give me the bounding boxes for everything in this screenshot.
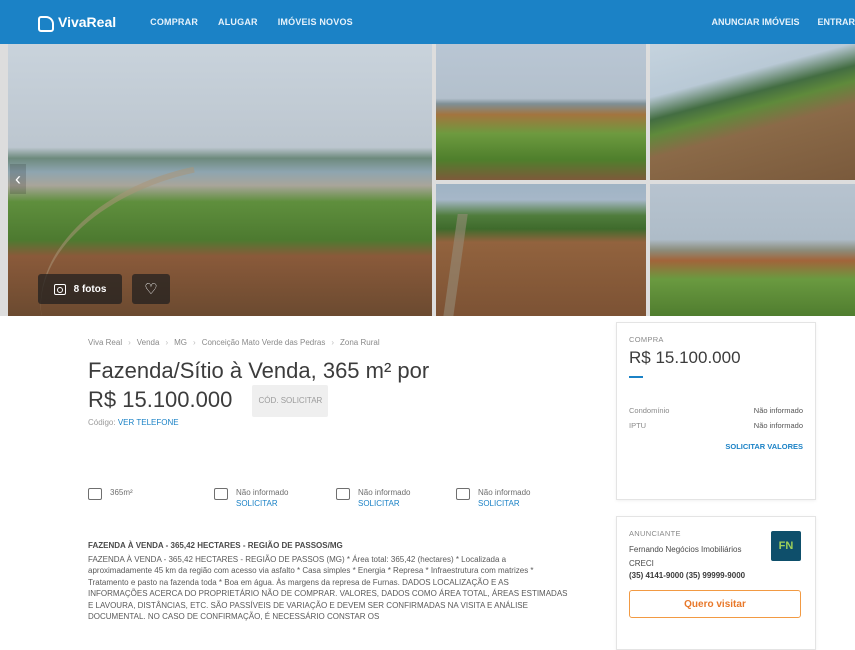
nav-comprar[interactable]: COMPRAR (150, 17, 198, 27)
request-values-link[interactable]: SOLICITAR VALORES (629, 442, 803, 451)
feature-parking-request-link[interactable]: SOLICITAR (478, 498, 530, 509)
logo-text: VivaReal (58, 14, 117, 30)
breadcrumb-separator: › (128, 338, 131, 347)
breadcrumb: Viva Real › Venda › MG › Conceição Mato … (88, 338, 380, 347)
car-icon (456, 488, 470, 500)
area-icon (88, 488, 102, 500)
breadcrumb-separator: › (193, 338, 196, 347)
top-nav-bar: VivaReal COMPRAR ALUGAR IMÓVEIS NOVOS AN… (0, 0, 855, 44)
listing-code-prefix: Código: (88, 418, 116, 427)
condo-fee-row: Condomínio Não informado (629, 406, 803, 415)
breadcrumb-item[interactable]: Venda (137, 338, 160, 347)
gallery-thumb-4[interactable] (650, 184, 855, 316)
photos-count-label: 8 fotos (73, 283, 107, 295)
listing-title: Fazenda/Sítio à Venda, 365 m² por R$ 15.… (88, 357, 438, 417)
breadcrumb-item[interactable]: Conceição Mato Verde das Pedras (202, 338, 326, 347)
main-nav: COMPRAR ALUGAR IMÓVEIS NOVOS (150, 17, 353, 27)
price-details: Condomínio Não informado IPTU Não inform… (629, 406, 803, 430)
listing-code-badge: CÓD. SOLICITAR (252, 385, 329, 417)
iptu-value: Não informado (753, 421, 803, 430)
description-body: FAZENDA À VENDA - 365,42 HECTARES - REGI… (88, 554, 568, 622)
favorite-button[interactable]: ♡ (132, 274, 170, 304)
iptu-label: IPTU (629, 421, 647, 430)
breadcrumb-item[interactable]: Zona Rural (340, 338, 380, 347)
feature-bathrooms-value: Não informado (358, 488, 411, 497)
heart-icon: ♡ (144, 281, 158, 298)
feature-bathrooms: Não informado SOLICITAR (336, 487, 410, 509)
breadcrumb-item[interactable]: Viva Real (88, 338, 122, 347)
advertiser-card: ANUNCIANTE Fernando Negócios Imobiliário… (616, 516, 816, 650)
price-card: COMPRA R$ 15.100.000 Condomínio Não info… (616, 322, 816, 500)
nav-anunciar-imoveis[interactable]: ANUNCIAR IMÓVEIS (711, 17, 799, 27)
breadcrumb-separator: › (165, 338, 169, 347)
bed-icon (214, 488, 228, 500)
features-row: 365m² Não informado SOLICITAR Não inform… (88, 487, 588, 517)
nav-imoveis-novos[interactable]: IMÓVEIS NOVOS (278, 17, 353, 27)
condo-fee-value: Não informado (753, 406, 803, 415)
condo-fee-label: Condomínio (629, 406, 670, 415)
price-accent-bar (629, 376, 643, 378)
gallery-prev-arrow-icon[interactable]: ‹ (10, 164, 26, 194)
feature-bathrooms-request-link[interactable]: SOLICITAR (358, 498, 410, 509)
view-photos-button[interactable]: 8 fotos (38, 274, 122, 304)
nav-entrar[interactable]: ENTRAR (818, 17, 855, 27)
schedule-visit-button[interactable]: Quero visitar (629, 590, 801, 618)
gallery-thumb-3[interactable] (436, 184, 646, 316)
photo-road-detail (442, 214, 468, 316)
advertiser-name[interactable]: Fernando Negócios Imobiliários (629, 544, 759, 555)
gallery-thumb-2[interactable] (650, 44, 855, 180)
feature-area: 365m² (88, 487, 133, 500)
iptu-row: IPTU Não informado (629, 421, 803, 430)
house-logo-icon (36, 14, 54, 32)
feature-bedrooms: Não informado SOLICITAR (214, 487, 288, 509)
listing-description: FAZENDA À VENDA - 365,42 HECTARES - REGI… (88, 540, 570, 623)
shower-icon (336, 488, 350, 500)
listing-code: Código: VER TELEFONE (88, 418, 179, 427)
vivareal-logo[interactable]: VivaReal (36, 14, 117, 32)
nav-alugar[interactable]: ALUGAR (218, 17, 258, 27)
camera-icon (53, 283, 66, 295)
show-phone-link[interactable]: VER TELEFONE (118, 418, 179, 427)
listing-price: R$ 15.100.000 (629, 348, 741, 367)
breadcrumb-item[interactable]: MG (174, 338, 187, 347)
nav-right: ANUNCIAR IMÓVEIS ENTRAR (711, 0, 855, 44)
feature-parking: Não informado SOLICITAR (456, 487, 530, 509)
feature-area-value: 365m² (110, 488, 133, 497)
advertiser-phone[interactable]: (35) 4141-9000 (35) 99999-9000 (629, 571, 803, 580)
advertiser-logo[interactable]: FN (771, 531, 801, 561)
gallery-thumb-1[interactable] (436, 44, 646, 180)
feature-parking-value: Não informado (478, 488, 531, 497)
price-type-label: COMPRA (629, 335, 664, 344)
feature-bedrooms-request-link[interactable]: SOLICITAR (236, 498, 288, 509)
feature-bedrooms-value: Não informado (236, 488, 289, 497)
description-heading: FAZENDA À VENDA - 365,42 HECTARES - REGI… (88, 541, 343, 550)
breadcrumb-separator: › (331, 338, 335, 347)
photo-gallery: ‹ 8 fotos ♡ (0, 44, 855, 316)
